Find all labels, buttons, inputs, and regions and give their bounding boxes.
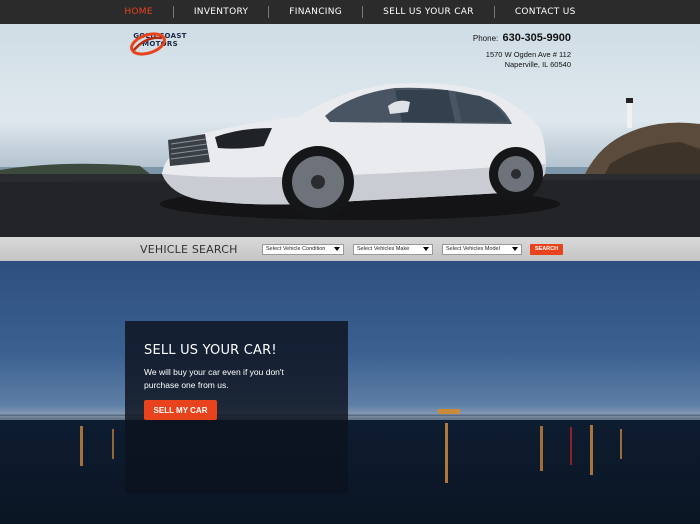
make-select[interactable]: Select Vehicles Make [353, 243, 433, 255]
model-select-value: Select Vehicles Model [446, 246, 500, 252]
chevron-down-icon [423, 247, 429, 251]
search-button[interactable]: SEARCH [530, 243, 563, 255]
top-nav: HOME INVENTORY FINANCING SELL US YOUR CA… [0, 0, 700, 24]
condition-select-value: Select Vehicle Condition [266, 246, 326, 252]
address-line2: Naperville, IL 60540 [504, 60, 571, 69]
brand-logo[interactable]: GOLD COAST MOTORS [128, 32, 192, 80]
phone-label: Phone: [472, 34, 499, 43]
nav-sell-us-your-car[interactable]: SELL US YOUR CAR [363, 7, 494, 17]
nav-financing[interactable]: FINANCING [269, 7, 362, 17]
address-line1: 1570 W Ogden Ave # 112 [485, 50, 571, 59]
chevron-down-icon [512, 247, 518, 251]
ocean-background-image [0, 409, 700, 483]
sell-car-panel: SELL US YOUR CAR! We will buy your car e… [125, 321, 348, 494]
nav-inventory[interactable]: INVENTORY [174, 7, 268, 17]
sell-car-heading: SELL US YOUR CAR! [144, 343, 277, 358]
model-select[interactable]: Select Vehicles Model [442, 243, 522, 255]
hero-car-image [0, 83, 700, 237]
make-select-value: Select Vehicles Make [357, 246, 410, 252]
hero-banner: GOLD COAST MOTORS Phone: 630-305-9900 15… [0, 24, 700, 237]
chevron-down-icon [334, 247, 340, 251]
phone-row: Phone: 630-305-9900 [473, 32, 571, 44]
nav-contact-us[interactable]: CONTACT US [495, 7, 596, 17]
address: 1570 W Ogden Ave # 112 Naperville, IL 60… [473, 50, 571, 70]
swoosh-logo-icon [130, 32, 166, 56]
condition-select[interactable]: Select Vehicle Condition [262, 243, 344, 255]
sell-my-car-button[interactable]: SELL MY CAR [144, 400, 217, 420]
phone-number[interactable]: 630-305-9900 [502, 32, 571, 44]
contact-info: Phone: 630-305-9900 1570 W Ogden Ave # 1… [473, 32, 571, 70]
nav-home[interactable]: HOME [104, 7, 173, 17]
vehicle-search-title: VEHICLE SEARCH [140, 242, 238, 256]
vehicle-search-bar: VEHICLE SEARCH Select Vehicle Condition … [0, 237, 700, 261]
sell-car-section: SELL US YOUR CAR! We will buy your car e… [0, 261, 700, 524]
sell-car-description: We will buy your car even if you don't p… [144, 367, 284, 390]
